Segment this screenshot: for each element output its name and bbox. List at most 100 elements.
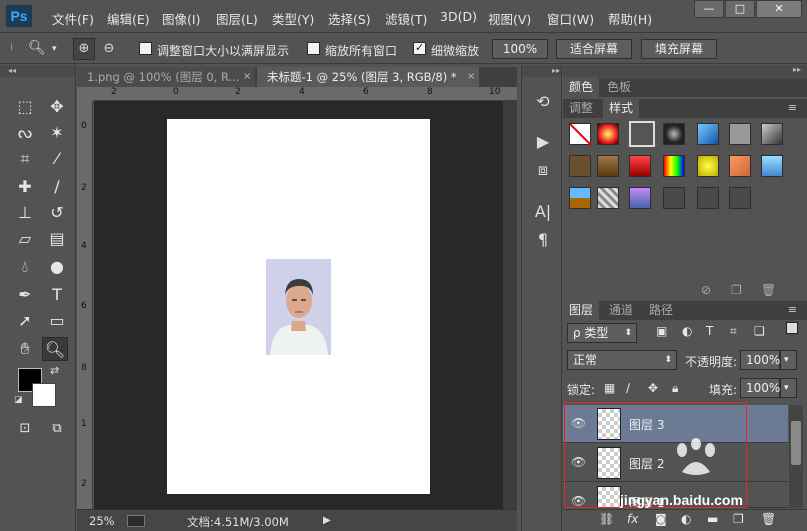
gradient-tool-icon[interactable]: ▤ [44, 227, 70, 251]
type-tool-icon[interactable]: T [44, 283, 70, 307]
layer-row-2[interactable]: 👁︎ 图层 2 [563, 444, 788, 482]
layer-row-3[interactable]: 👁︎ 图层 3 [563, 405, 788, 443]
maximize-button[interactable]: □ [725, 0, 755, 18]
marquee-tool-icon[interactable]: ⬚ [12, 95, 38, 119]
style-swatch[interactable] [761, 123, 783, 145]
ruler-origin[interactable] [77, 87, 93, 101]
tab-paths[interactable]: 路径 [643, 301, 679, 320]
style-none-swatch[interactable] [569, 123, 593, 147]
brush-tool-icon[interactable]: ∕ [44, 175, 70, 199]
filter-toggle[interactable] [786, 322, 798, 334]
crop-tool-icon[interactable]: ⌗ [12, 147, 38, 171]
adjustment-layer-icon[interactable]: ◐ [681, 512, 691, 526]
tab-1png[interactable]: 1.png @ 100% (图层 0, R... [77, 67, 255, 87]
style-swatch[interactable] [597, 155, 619, 177]
panel-menu-icon[interactable]: ≡ [788, 101, 797, 114]
tab-layers[interactable]: 图层 [563, 301, 600, 320]
minimize-button[interactable]: — [694, 0, 724, 18]
zoom-in-button[interactable]: ⊕ [73, 38, 95, 60]
history-brush-icon[interactable]: ↺ [44, 201, 70, 225]
filter-smart-object-icon[interactable]: ❏ [754, 324, 765, 338]
horizontal-ruler[interactable]: 2 0 2 4 6 8 10 [93, 87, 517, 101]
fill-input[interactable]: 100% [740, 378, 780, 398]
layer-kind-filter[interactable]: ρ 类型 ⬍ [567, 323, 637, 343]
status-menu-arrow-icon[interactable]: ▶ [323, 515, 331, 526]
tab-styles[interactable]: 样式 [603, 99, 640, 118]
style-swatch[interactable] [663, 123, 685, 145]
style-swatch[interactable] [761, 155, 783, 177]
opacity-input[interactable]: 100% [740, 350, 780, 370]
dodge-tool-icon[interactable]: ● [44, 255, 70, 279]
history-panel-icon[interactable]: ⟲ [532, 91, 554, 113]
menu-filter[interactable]: 滤镜(T) [385, 9, 427, 28]
layers-menu-icon[interactable]: ≡ [788, 303, 797, 316]
new-layer-icon[interactable]: ❐ [733, 512, 744, 526]
layer-row-1[interactable]: 👁︎ 图层 1 [563, 483, 788, 508]
style-swatch[interactable] [597, 187, 619, 209]
healing-brush-icon[interactable]: ✚ [12, 175, 38, 199]
tools-collapse-icon[interactable]: ◂◂ [0, 65, 75, 77]
clone-stamp-icon[interactable]: ⊥ [12, 201, 38, 225]
style-swatch[interactable] [663, 155, 685, 177]
resize-windows-checkbox[interactable] [139, 42, 152, 55]
clear-style-icon[interactable]: ⊘ [701, 283, 711, 297]
fit-screen-button[interactable]: 适合屏幕 [556, 39, 632, 59]
delete-style-icon[interactable]: 🗑︎ [761, 283, 776, 297]
expand-panels-icon[interactable]: ▸▸ [522, 65, 561, 77]
screen-mode-icon[interactable]: ⧉ [44, 417, 70, 441]
style-swatch[interactable] [629, 155, 651, 177]
chevron-down-icon[interactable]: ▾ [52, 44, 57, 54]
lock-position-icon[interactable]: ✥ [648, 381, 658, 395]
visibility-eye-icon[interactable]: 👁︎ [571, 455, 586, 469]
menu-layer[interactable]: 图层(L) [216, 9, 258, 28]
style-swatch[interactable] [697, 123, 719, 145]
lock-transparency-icon[interactable]: ▦ [604, 381, 615, 395]
vertical-ruler[interactable]: 0 2 4 6 8 1 2 [77, 101, 93, 509]
swap-colors-icon[interactable]: ⇄ [50, 364, 59, 377]
style-swatch[interactable] [629, 187, 651, 209]
zoom-100-button[interactable]: 100% [492, 39, 548, 59]
close-button[interactable]: ✕ [756, 0, 802, 18]
style-swatch[interactable] [569, 187, 591, 209]
menu-help[interactable]: 帮助(H) [608, 9, 652, 28]
lasso-tool-icon[interactable]: ᔓ [12, 121, 38, 145]
rectangle-tool-icon[interactable]: ▭ [44, 309, 70, 333]
background-color[interactable] [32, 383, 56, 407]
style-swatch[interactable] [729, 155, 751, 177]
close-tab-icon[interactable]: × [243, 71, 251, 82]
character-panel-icon[interactable]: A| [532, 201, 554, 223]
add-mask-icon[interactable]: ◙ [655, 512, 667, 526]
zoom-tool-icon[interactable]: 🔍︎ [42, 337, 68, 361]
canvas-scrollbar[interactable] [503, 101, 517, 509]
tab-channels[interactable]: 通道 [603, 301, 639, 320]
filter-pixel-icon[interactable]: ▣ [656, 324, 667, 338]
visibility-eye-icon[interactable]: 👁︎ [571, 494, 586, 507]
zoom-level[interactable]: 25% [89, 514, 115, 528]
fx-icon[interactable]: fx [627, 512, 638, 526]
filter-shape-icon[interactable]: ⌗ [730, 324, 737, 339]
lock-all-icon[interactable]: 🔒︎ [672, 381, 678, 396]
opacity-dropdown-icon[interactable]: ▾ [780, 350, 797, 370]
style-swatch-selected[interactable] [629, 121, 655, 147]
menu-type[interactable]: 类型(Y) [272, 9, 314, 28]
fill-dropdown-icon[interactable]: ▾ [780, 378, 797, 398]
tab-color[interactable]: 颜色 [563, 78, 600, 97]
style-swatch[interactable] [663, 187, 685, 209]
document-info[interactable]: 文档:4.51M/3.00M [187, 514, 289, 530]
lock-pixels-icon[interactable]: ∕ [626, 381, 630, 395]
new-group-icon[interactable]: ▬ [707, 512, 718, 526]
style-swatch[interactable] [697, 187, 719, 209]
zoom-tool-preset-icon[interactable]: 🔍︎ [28, 40, 46, 56]
eyedropper-icon[interactable]: ⁄ [44, 147, 70, 171]
menu-select[interactable]: 选择(S) [328, 9, 371, 28]
move-tool-icon[interactable]: ✥ [44, 95, 70, 119]
close-tab-icon[interactable]: × [467, 71, 475, 82]
delete-layer-icon[interactable]: 🗑︎ [761, 512, 776, 526]
link-layers-icon[interactable]: ⛓ [599, 512, 614, 526]
hand-tool-icon[interactable]: ✋︎ [12, 337, 38, 361]
pen-tool-icon[interactable]: ✒ [12, 283, 38, 307]
menu-3d[interactable]: 3D(D) [440, 9, 477, 24]
menu-image[interactable]: 图像(I) [162, 9, 200, 28]
tab-adjustments[interactable]: 调整 [563, 99, 599, 118]
filter-adjustment-icon[interactable]: ◐ [682, 324, 692, 338]
